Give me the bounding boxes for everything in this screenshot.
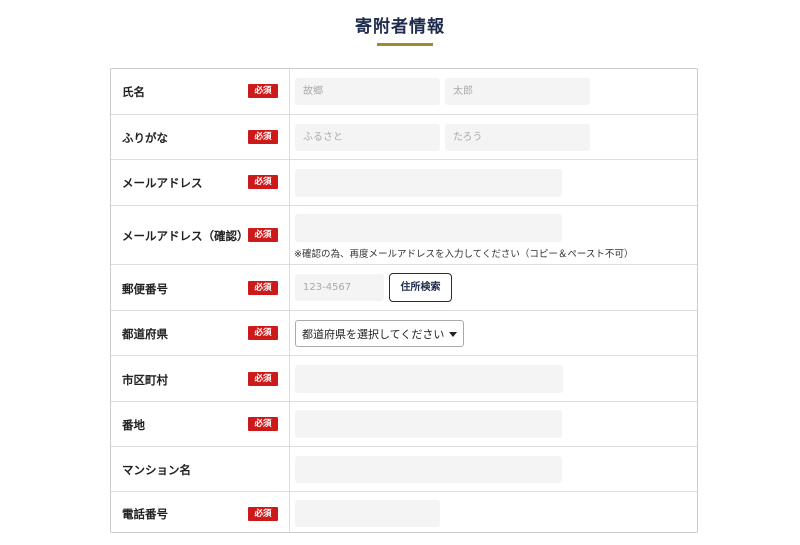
prefecture-select[interactable]: 都道府県を選択してください [295,320,464,347]
required-badge: 必須 [248,417,278,431]
building-name-input[interactable] [295,456,562,483]
required-badge: 必須 [248,281,278,295]
label-building: マンション名 [122,463,191,477]
row-email-confirm: メールアドレス（確認） 必須 ※確認の為、再度メールアドレスを入力してください（… [111,205,697,264]
label-address: 番地 [122,418,145,432]
title-underline [377,43,433,46]
required-badge: 必須 [248,228,278,242]
phone-input[interactable] [295,500,440,527]
row-name: 氏名 必須 [111,69,697,114]
first-name-input[interactable] [445,78,590,105]
row-address: 番地 必須 [111,401,697,446]
required-badge: 必須 [248,326,278,340]
section-title: 寄附者情報 [355,17,445,37]
label-name: 氏名 [122,85,145,99]
label-email-confirm: メールアドレス（確認） [122,229,249,243]
required-badge: 必須 [248,507,278,521]
required-badge: 必須 [248,84,278,98]
email-input[interactable] [295,169,562,197]
required-badge: 必須 [248,175,278,189]
label-phone: 電話番号 [122,507,168,521]
prefecture-select-value: 都道府県を選択してください [302,328,445,341]
row-city: 市区町村 必須 [111,355,697,401]
last-name-input[interactable] [295,78,440,105]
postal-code-input[interactable] [295,274,384,301]
row-prefecture: 都道府県 必須 都道府県を選択してください [111,310,697,355]
street-address-input[interactable] [295,410,562,438]
address-search-button[interactable]: 住所検索 [389,273,452,302]
required-badge: 必須 [248,372,278,386]
label-email: メールアドレス [122,176,203,190]
last-name-kana-input[interactable] [295,124,440,151]
donor-info-form: 氏名 必須 ふりがな 必須 メールアドレス 必須 メールアドレス（確認） 必須 … [110,68,698,533]
label-kana: ふりがな [122,131,168,145]
label-prefecture: 都道府県 [122,327,168,341]
label-city: 市区町村 [122,373,168,387]
row-email: メールアドレス 必須 [111,159,697,205]
label-postal: 郵便番号 [122,282,168,296]
row-building: マンション名 [111,446,697,491]
row-phone: 電話番号 必須 [111,491,697,532]
caret-down-icon [449,332,457,337]
email-confirm-input[interactable] [295,214,562,242]
email-confirm-note: ※確認の為、再度メールアドレスを入力してください（コピー＆ペースト不可） [294,249,634,260]
required-badge: 必須 [248,130,278,144]
row-postal: 郵便番号 必須 住所検索 [111,264,697,310]
row-kana: ふりがな 必須 [111,114,697,159]
first-name-kana-input[interactable] [445,124,590,151]
city-input[interactable] [295,365,563,393]
